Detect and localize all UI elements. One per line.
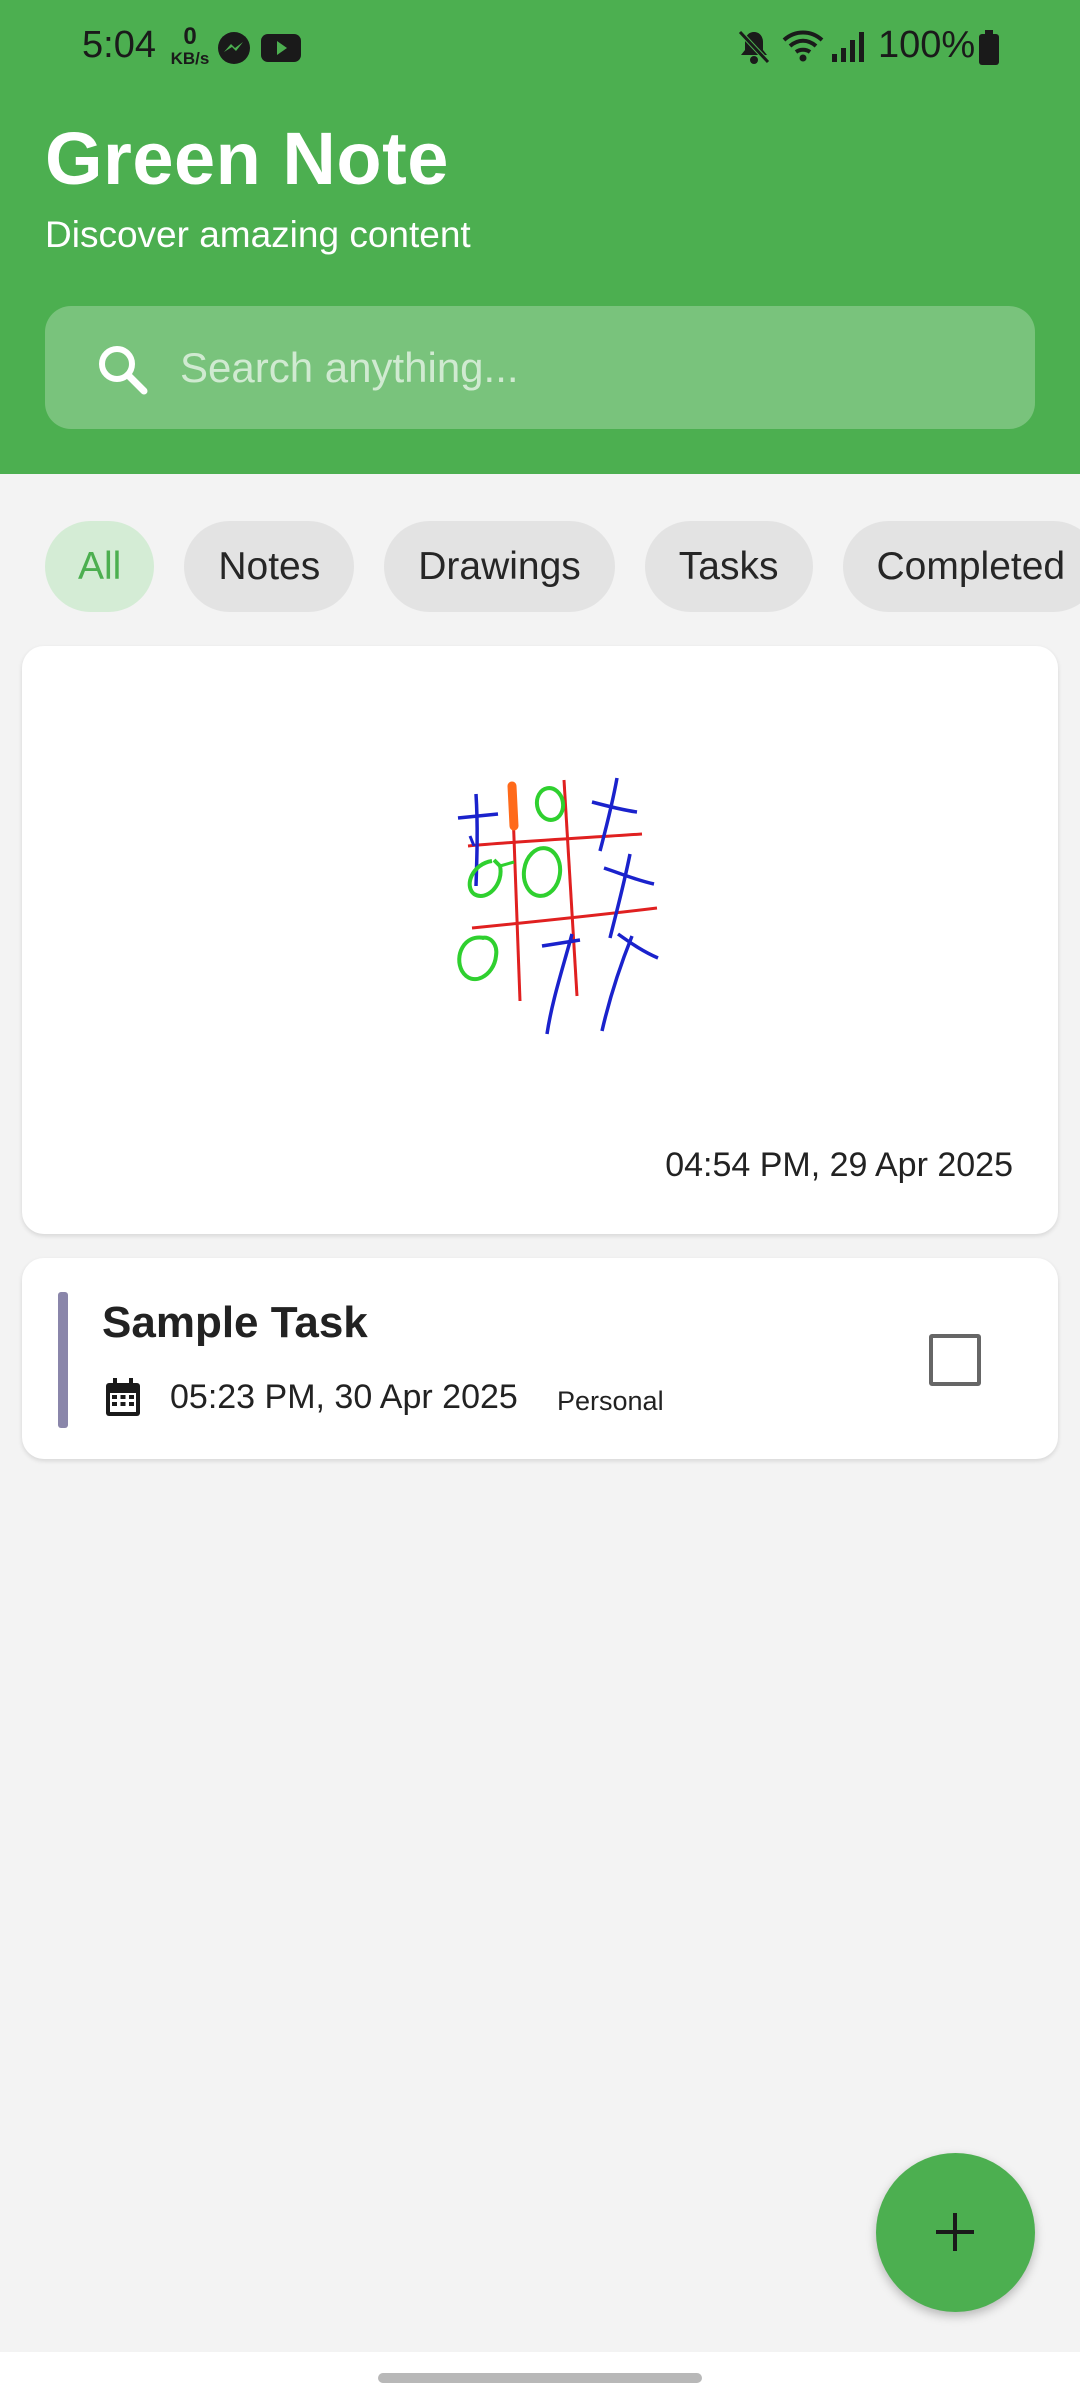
youtube-icon [261,34,301,62]
search-icon [99,346,148,395]
filter-chips: All Notes Drawings Tasks Completed [45,521,1080,612]
status-bar: 5:04 0 KB/s 100% [0,0,1080,92]
battery-percentage: 100% [878,24,976,66]
filter-chip-notes[interactable]: Notes [184,521,355,612]
filter-chip-completed[interactable]: Completed [842,521,1080,612]
search-bar[interactable] [45,306,1035,429]
plus-icon [936,2213,974,2251]
task-category: Personal [557,1386,664,1416]
wifi-icon [782,30,824,62]
battery-icon [979,30,999,65]
status-time: 5:04 [82,24,156,66]
home-indicator[interactable] [378,2373,702,2383]
task-due-date: 05:23 PM, 30 Apr 2025 [170,1378,518,1416]
task-card[interactable]: Sample Task 05:23 PM, 30 Apr 2025 Person… [22,1258,1058,1459]
app-header: 5:04 0 KB/s 100% Green Note Discover ama… [0,0,1080,474]
app-title: Green Note [45,117,449,200]
mute-icon [738,30,770,64]
add-item-button[interactable] [876,2153,1035,2312]
filter-chip-all[interactable]: All [45,521,155,612]
network-speed: 0 KB/s [168,24,212,68]
drawing-timestamp: 04:54 PM, 29 Apr 2025 [665,1146,1013,1184]
drawing-card[interactable]: 04:54 PM, 29 Apr 2025 [22,646,1058,1234]
calendar-icon [106,1378,140,1416]
network-speed-value: 0 [183,23,197,50]
drawing-thumbnail [457,777,659,1035]
task-title: Sample Task [102,1298,368,1347]
filter-chip-drawings[interactable]: Drawings [384,521,615,612]
app-subtitle: Discover amazing content [45,214,471,255]
task-complete-checkbox[interactable] [929,1334,981,1386]
signal-icon [832,32,864,62]
messenger-icon [218,32,250,64]
task-priority-bar [58,1292,68,1428]
search-input[interactable] [180,306,1000,429]
network-speed-unit: KB/s [170,49,210,68]
filter-chip-tasks[interactable]: Tasks [644,521,813,612]
